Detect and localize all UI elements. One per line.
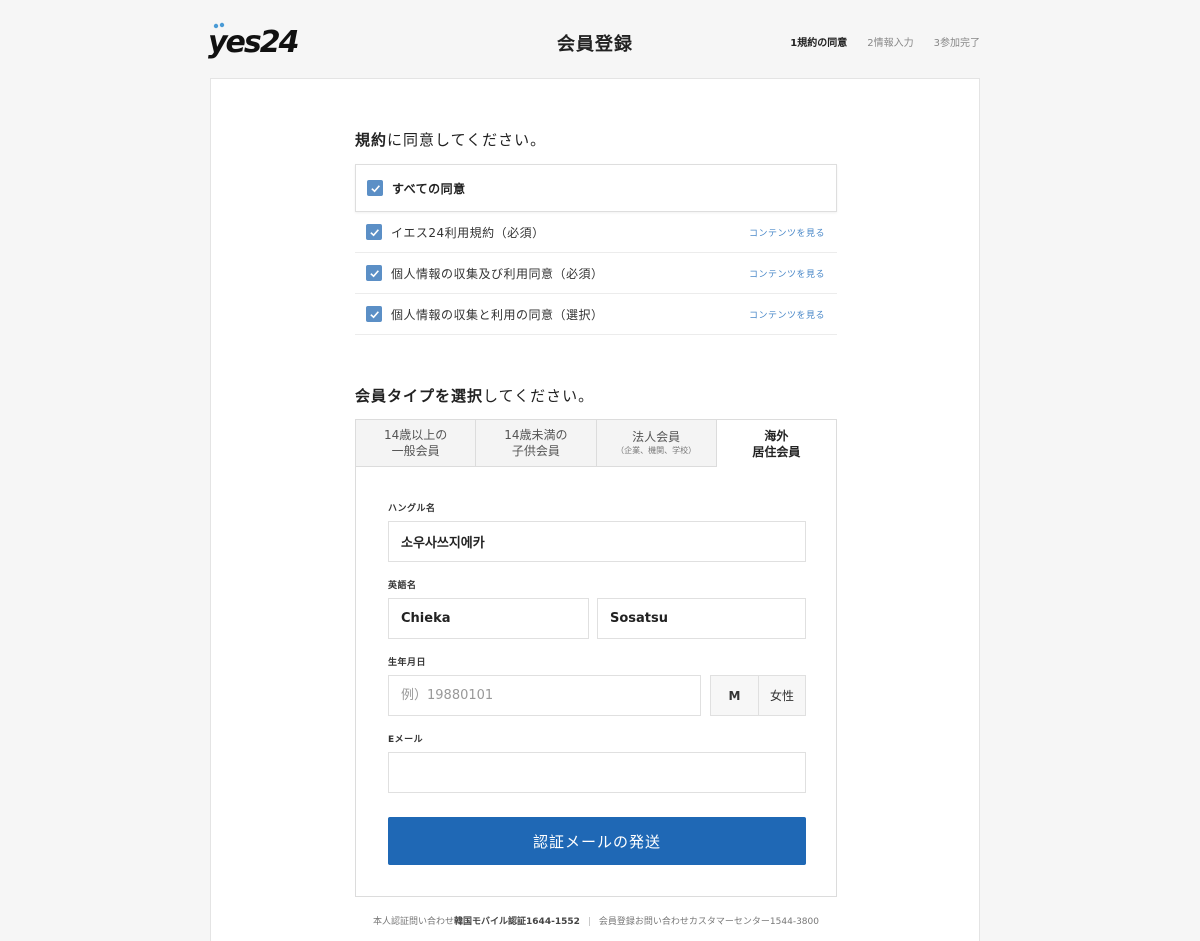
check-icon: [370, 184, 380, 192]
agree-all-checkbox[interactable]: [367, 180, 383, 196]
member-type-tabs: 14歳以上の 一般会員 14歳未満の 子供会員 法人会員 （企業、機関、学校） …: [355, 419, 837, 467]
registration-card: 規約に同意してください。 すべての同意 イエス24利用規約（必須） コンテンツを…: [210, 78, 980, 941]
tab-child-line2: 子供会員: [511, 444, 560, 458]
terms-heading: 規約に同意してください。: [355, 129, 546, 150]
agree-terms-label: イエス24利用規約（必須）: [391, 225, 545, 240]
view-privacy-required-link[interactable]: コンテンツを見る: [749, 267, 825, 280]
tab-corporate-line2: （企業、機関、学校）: [616, 446, 697, 455]
tab-corporate-line1: 法人会員: [632, 430, 681, 444]
agree-privacy-required-label: 個人情報の収集及び利用同意（必須）: [391, 266, 604, 281]
step-indicator: 1規約の同意 2情報入力 3参加完了: [790, 34, 980, 49]
view-privacy-optional-link[interactable]: コンテンツを見る: [749, 308, 825, 321]
email-input[interactable]: [388, 752, 806, 793]
agree-all-label: すべての同意: [392, 181, 466, 196]
tab-overseas-member[interactable]: 海外 居住会員: [716, 420, 836, 467]
tab-general-member[interactable]: 14歳以上の 一般会員: [356, 420, 477, 467]
tab-corporate-member[interactable]: 法人会員 （企業、機関、学校）: [596, 420, 717, 467]
agree-row-privacy-required[interactable]: 個人情報の収集及び利用同意（必須） コンテンツを見る: [355, 253, 837, 294]
agree-privacy-optional-label: 個人情報の収集と利用の同意（選択）: [391, 307, 604, 322]
tab-child-line1: 14歳未満の: [504, 428, 568, 442]
tab-overseas-line1: 海外: [764, 428, 789, 443]
footer-auth-prefix: 本人認証問い合わせ: [373, 917, 455, 927]
agree-privacy-optional-checkbox[interactable]: [366, 306, 382, 322]
agree-row-terms[interactable]: イエス24利用規約（必須） コンテンツを見る: [355, 212, 837, 253]
tab-overseas-line2: 居住会員: [752, 444, 801, 459]
footer-customer-center: 会員登録お問い合わせカスタマーセンター1544-3800: [598, 917, 819, 927]
check-icon: [369, 269, 379, 277]
tab-child-member[interactable]: 14歳未満の 子供会員: [476, 420, 597, 467]
page-title: 会員登録: [557, 34, 633, 55]
hangul-name-label: ハングル名: [388, 504, 436, 514]
tab-general-line2: 一般会員: [391, 444, 440, 458]
terms-heading-bold: 規約: [355, 131, 388, 149]
last-name-input[interactable]: [597, 598, 806, 639]
agree-all-row[interactable]: すべての同意: [355, 164, 837, 212]
agree-terms-checkbox[interactable]: [366, 224, 382, 240]
header: yes24 会員登録 1規約の同意 2情報入力 3参加完了: [0, 0, 1200, 78]
terms-heading-light: に同意してください。: [387, 131, 547, 149]
check-icon: [369, 310, 379, 318]
footer-separator: |: [587, 917, 591, 927]
member-type-heading: 会員タイプを選択してください。: [355, 385, 594, 406]
tab-general-line1: 14歳以上の: [383, 428, 448, 442]
hangul-name-input[interactable]: [388, 521, 806, 562]
send-verification-email-button[interactable]: 認証メールの発送: [388, 817, 806, 865]
step-2: 2情報入力: [867, 38, 914, 49]
email-label: Eメール: [388, 735, 424, 745]
view-terms-link[interactable]: コンテンツを見る: [749, 226, 825, 239]
check-icon: [369, 228, 379, 236]
member-type-heading-light: してください。: [483, 387, 595, 405]
first-name-input[interactable]: [388, 598, 589, 639]
step-3: 3参加完了: [933, 38, 980, 49]
footer-contact: 本人認証問い合わせ韓国モバイル認証1644-1552 | 会員登録お問い合わせカスタ…: [211, 914, 981, 927]
gender-female-button[interactable]: 女性: [758, 675, 806, 716]
step-1: 1規約の同意: [790, 38, 848, 49]
birthdate-input[interactable]: [388, 675, 701, 716]
agree-row-privacy-optional[interactable]: 個人情報の収集と利用の同意（選択） コンテンツを見る: [355, 294, 837, 335]
gender-male-button[interactable]: M: [710, 675, 759, 716]
member-type-heading-bold: 会員タイプを選択: [355, 387, 484, 405]
agree-privacy-required-checkbox[interactable]: [366, 265, 382, 281]
birthdate-label: 生年月日: [388, 658, 427, 668]
footer-auth-contact: 韓国モバイル認証1644-1552: [454, 917, 580, 927]
english-name-label: 英語名: [388, 581, 417, 591]
overseas-member-form: ハングル名 英語名 生年月日 M 女性 Eメール 認証メールの発送: [355, 467, 837, 897]
